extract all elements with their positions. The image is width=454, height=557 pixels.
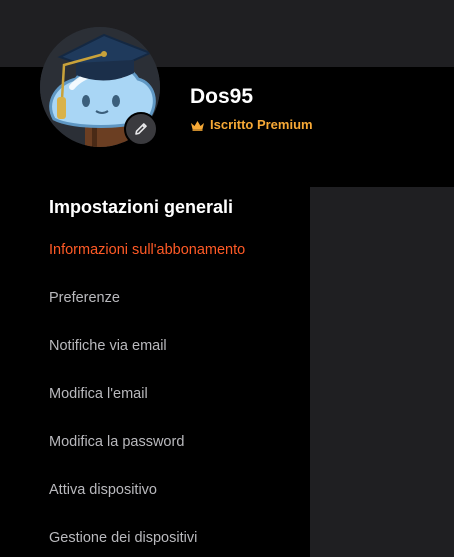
menu-item-preferences[interactable]: Preferenze bbox=[49, 286, 245, 334]
menu-item-activate-device[interactable]: Attiva dispositivo bbox=[49, 478, 245, 526]
menu-item-email-notifications[interactable]: Notifiche via email bbox=[49, 334, 245, 382]
menu-item-subscription-info[interactable]: Informazioni sull'abbonamento bbox=[49, 238, 245, 286]
premium-status: Iscritto Premium bbox=[190, 117, 313, 133]
settings-heading: Impostazioni generali bbox=[49, 197, 234, 217]
menu-item-manage-devices[interactable]: Gestione dei dispositivi bbox=[49, 526, 245, 557]
username: Dos95 bbox=[190, 85, 254, 108]
edit-avatar-button[interactable] bbox=[124, 112, 158, 146]
crown-icon bbox=[191, 120, 204, 131]
menu-item-change-email[interactable]: Modifica l'email bbox=[49, 382, 245, 430]
pencil-icon bbox=[135, 123, 147, 135]
menu-item-change-password[interactable]: Modifica la password bbox=[49, 430, 245, 478]
premium-label: Iscritto Premium bbox=[210, 117, 313, 132]
settings-menu: Informazioni sull'abbonamento Preferenze… bbox=[49, 238, 245, 557]
account-settings-page: Dos95 Iscritto Premium Impostazioni gene… bbox=[0, 0, 454, 557]
content-panel bbox=[310, 187, 454, 557]
